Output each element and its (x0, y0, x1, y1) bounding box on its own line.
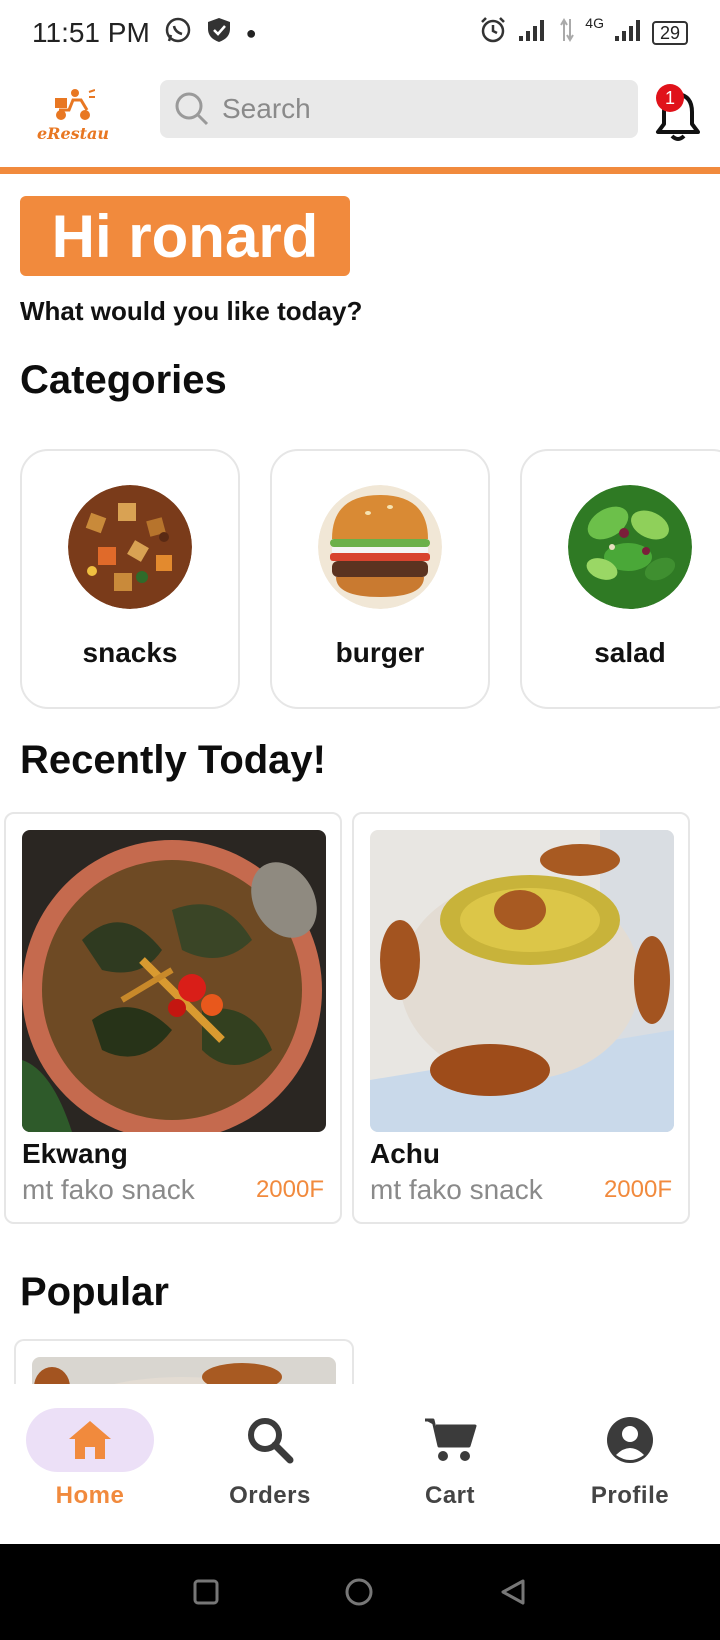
category-label: burger (335, 637, 425, 668)
battery-indicator: 29 (651, 21, 688, 45)
food-card-achu[interactable]: Achu mt fako snack 2000F (352, 812, 690, 1224)
system-navigation-bar (0, 1544, 720, 1640)
search-icon (175, 92, 209, 126)
ekwang-image (22, 830, 326, 1132)
achu-image (370, 830, 674, 1132)
categories-title: Categories (20, 358, 227, 402)
status-right: 4G 29 (479, 15, 688, 50)
logo-text: eRestau (36, 124, 110, 143)
dot-icon: ● (245, 22, 257, 43)
cart-icon (425, 1418, 477, 1461)
food-name: Achu (370, 1138, 440, 1169)
delivery-scooter-icon (55, 89, 95, 120)
header-divider (0, 167, 720, 174)
status-bar: 11:51 PM ● 4G 29 (0, 0, 720, 66)
back-icon[interactable] (499, 1578, 527, 1606)
nav-pill (386, 1408, 514, 1472)
alarm-icon (479, 16, 507, 50)
nav-label: Profile (590, 1482, 670, 1509)
food-price: 2000F (255, 1176, 324, 1203)
category-label: snacks (82, 637, 178, 668)
food-card-ekwang[interactable]: Ekwang mt fako snack 2000F (4, 812, 342, 1224)
category-card-snacks[interactable]: snacks (20, 449, 240, 709)
app-header: eRestau Search 1 (0, 70, 720, 170)
nav-label: Orders (229, 1482, 311, 1509)
app-logo: eRestau (36, 88, 110, 152)
data-arrows-icon (559, 17, 575, 49)
category-card-burger[interactable]: burger (270, 449, 490, 709)
signal-icon-2 (614, 18, 642, 48)
notification-badge: 1 (656, 84, 684, 112)
nav-cart[interactable]: Cart (360, 1384, 540, 1544)
category-label: salad (594, 637, 666, 668)
salad-image (568, 485, 692, 609)
snacks-image (68, 485, 192, 609)
bottom-navigation: Home Orders Cart Profile (0, 1384, 720, 1544)
status-time: 11:51 PM (32, 17, 150, 48)
nav-profile[interactable]: Profile (540, 1384, 720, 1544)
nav-active-pill (26, 1408, 154, 1472)
recent-title: Recently Today! (20, 738, 326, 782)
search-input[interactable]: Search (160, 80, 638, 138)
nav-pill (566, 1408, 694, 1472)
food-meta: mt fako snack 2000F (22, 1174, 324, 1206)
recent-apps-icon[interactable] (193, 1579, 219, 1605)
nav-orders[interactable]: Orders (180, 1384, 360, 1544)
food-restaurant: mt fako snack (22, 1174, 195, 1205)
nav-label: Home (55, 1482, 125, 1509)
nav-pill (206, 1408, 334, 1472)
greeting-banner: Hi ronard (20, 196, 350, 276)
recent-list: Ekwang mt fako snack 2000F Achu mt fako … (4, 812, 720, 1224)
food-meta: mt fako snack 2000F (370, 1174, 672, 1206)
nav-home[interactable]: Home (0, 1384, 180, 1544)
food-price: 2000F (603, 1176, 672, 1203)
network-type: 4G (585, 15, 604, 31)
category-card-salad[interactable]: salad (520, 449, 720, 709)
shield-icon (206, 16, 232, 51)
home-icon (69, 1421, 111, 1459)
popular-title: Popular (20, 1270, 169, 1314)
signal-icon (517, 18, 549, 48)
greeting-subtitle: What would you like today? (20, 296, 363, 326)
notifications-button[interactable]: 1 (652, 84, 704, 141)
food-name: Ekwang (22, 1138, 128, 1169)
profile-icon (607, 1417, 653, 1463)
food-restaurant: mt fako snack (370, 1174, 543, 1205)
search-placeholder: Search (222, 93, 311, 124)
burger-image (318, 485, 442, 609)
categories-list: snacks burger salad (20, 449, 720, 709)
home-button-icon[interactable] (344, 1577, 374, 1607)
search-icon (248, 1418, 294, 1464)
status-left: 11:51 PM ● (32, 16, 257, 51)
whatsapp-icon (164, 16, 192, 51)
nav-label: Cart (424, 1482, 475, 1509)
